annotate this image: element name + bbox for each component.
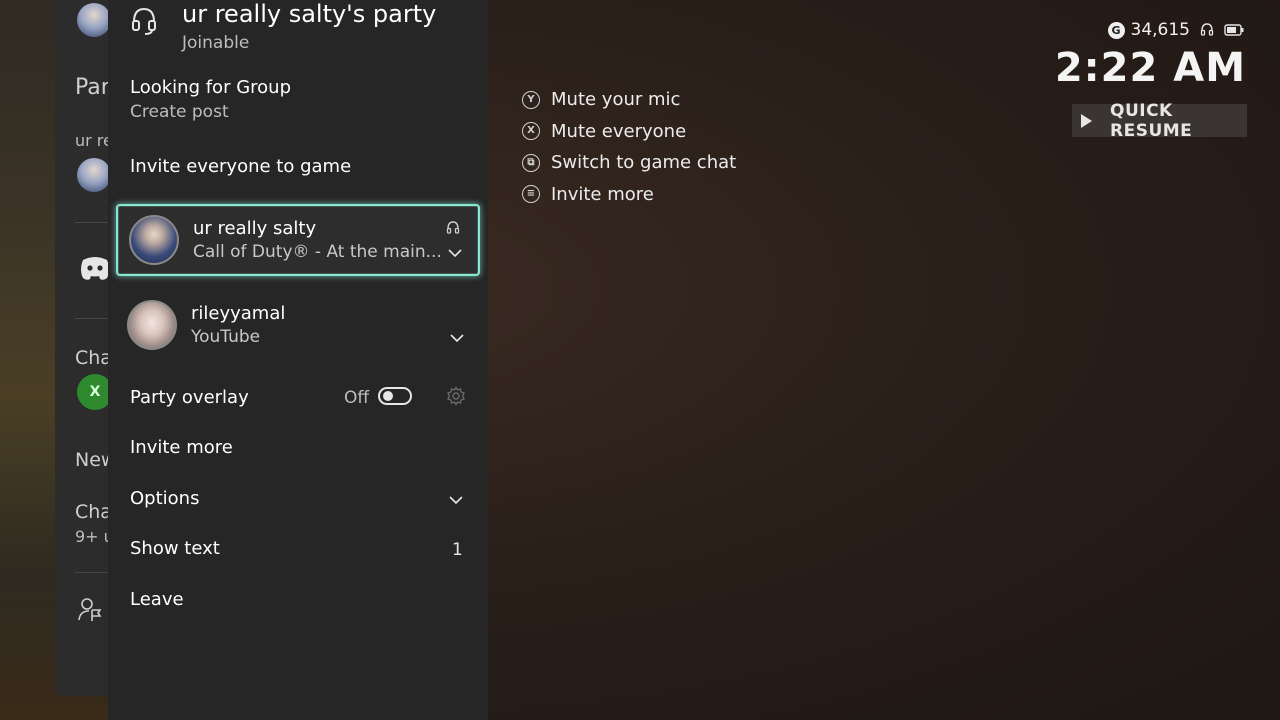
headset-icon — [446, 221, 460, 234]
hint-mute-mic: Y Mute your mic — [522, 84, 736, 116]
member-activity: YouTube — [191, 327, 261, 347]
profile-avatar — [77, 3, 111, 37]
party-overlay-state: Off — [344, 388, 370, 408]
gamerscore: 34,615 — [1130, 20, 1190, 40]
show-text-button[interactable]: Show text — [130, 538, 220, 559]
hint-invite-more: ≡ Invite more — [522, 179, 736, 211]
quick-resume-button[interactable]: QUICK RESUME — [1072, 101, 1247, 141]
looking-for-group-button[interactable]: Looking for Group — [130, 77, 291, 98]
battery-icon — [1224, 24, 1244, 36]
show-text-count: 1 — [452, 540, 463, 560]
status-bar: G 34,615 — [1107, 20, 1244, 40]
hint-mute-everyone: X Mute everyone — [522, 116, 736, 148]
hint-switch-game-chat: ⧉ Switch to game chat — [522, 147, 736, 179]
guide-fragment-chat: Cha — [75, 501, 112, 523]
party-panel: ur really salty's party Joinable Looking… — [108, 0, 488, 720]
person-flag-icon — [78, 598, 102, 621]
avatar — [129, 215, 179, 265]
leave-button[interactable]: Leave — [130, 589, 184, 610]
party-status: Joinable — [182, 33, 250, 53]
options-dropdown[interactable]: Options — [130, 488, 199, 509]
guide-fragment-parties: Par — [75, 75, 110, 100]
hint-label: Invite more — [551, 183, 654, 205]
y-button-icon: Y — [522, 90, 540, 109]
x-button-icon: X — [522, 122, 540, 141]
party-title: ur really salty's party — [182, 0, 437, 28]
controller-hints: Y Mute your mic X Mute everyone ⧉ Switch… — [522, 84, 736, 210]
menu-button-icon: ≡ — [522, 185, 540, 204]
guide-fragment-chats: Cha — [75, 347, 112, 369]
toggle-knob — [383, 391, 393, 401]
invite-everyone-button[interactable]: Invite everyone to game — [130, 156, 351, 177]
chevron-down-icon — [449, 496, 463, 505]
avatar — [127, 300, 177, 350]
party-member[interactable]: rileyyamal YouTube — [116, 291, 480, 363]
party-member[interactable]: ur really salty Call of Duty® - At the m… — [116, 204, 480, 276]
hint-label: Switch to game chat — [551, 152, 737, 174]
gamerscore-icon: G — [1107, 21, 1125, 39]
play-icon — [1081, 113, 1092, 128]
party-avatar — [77, 158, 111, 192]
view-button-icon: ⧉ — [522, 153, 540, 172]
headset-icon — [1200, 23, 1214, 36]
quick-resume-label: QUICK RESUME — [1110, 100, 1193, 141]
member-name: ur really salty — [193, 218, 317, 239]
gear-icon[interactable] — [446, 386, 466, 406]
hint-label: Mute everyone — [551, 120, 687, 142]
invite-more-button[interactable]: Invite more — [130, 437, 233, 458]
hint-label: Mute your mic — [551, 89, 681, 111]
member-activity: Call of Duty® - At the main... — [193, 242, 442, 262]
looking-for-group-sub: Create post — [130, 102, 229, 122]
party-overlay-toggle[interactable] — [378, 387, 412, 405]
chevron-down-icon — [450, 334, 464, 343]
party-overlay-label: Party overlay — [130, 387, 249, 408]
member-name: rileyyamal — [191, 303, 286, 324]
clock: 2:22 AM — [1054, 45, 1246, 91]
headset-icon — [132, 7, 156, 35]
chevron-down-icon — [448, 249, 462, 258]
